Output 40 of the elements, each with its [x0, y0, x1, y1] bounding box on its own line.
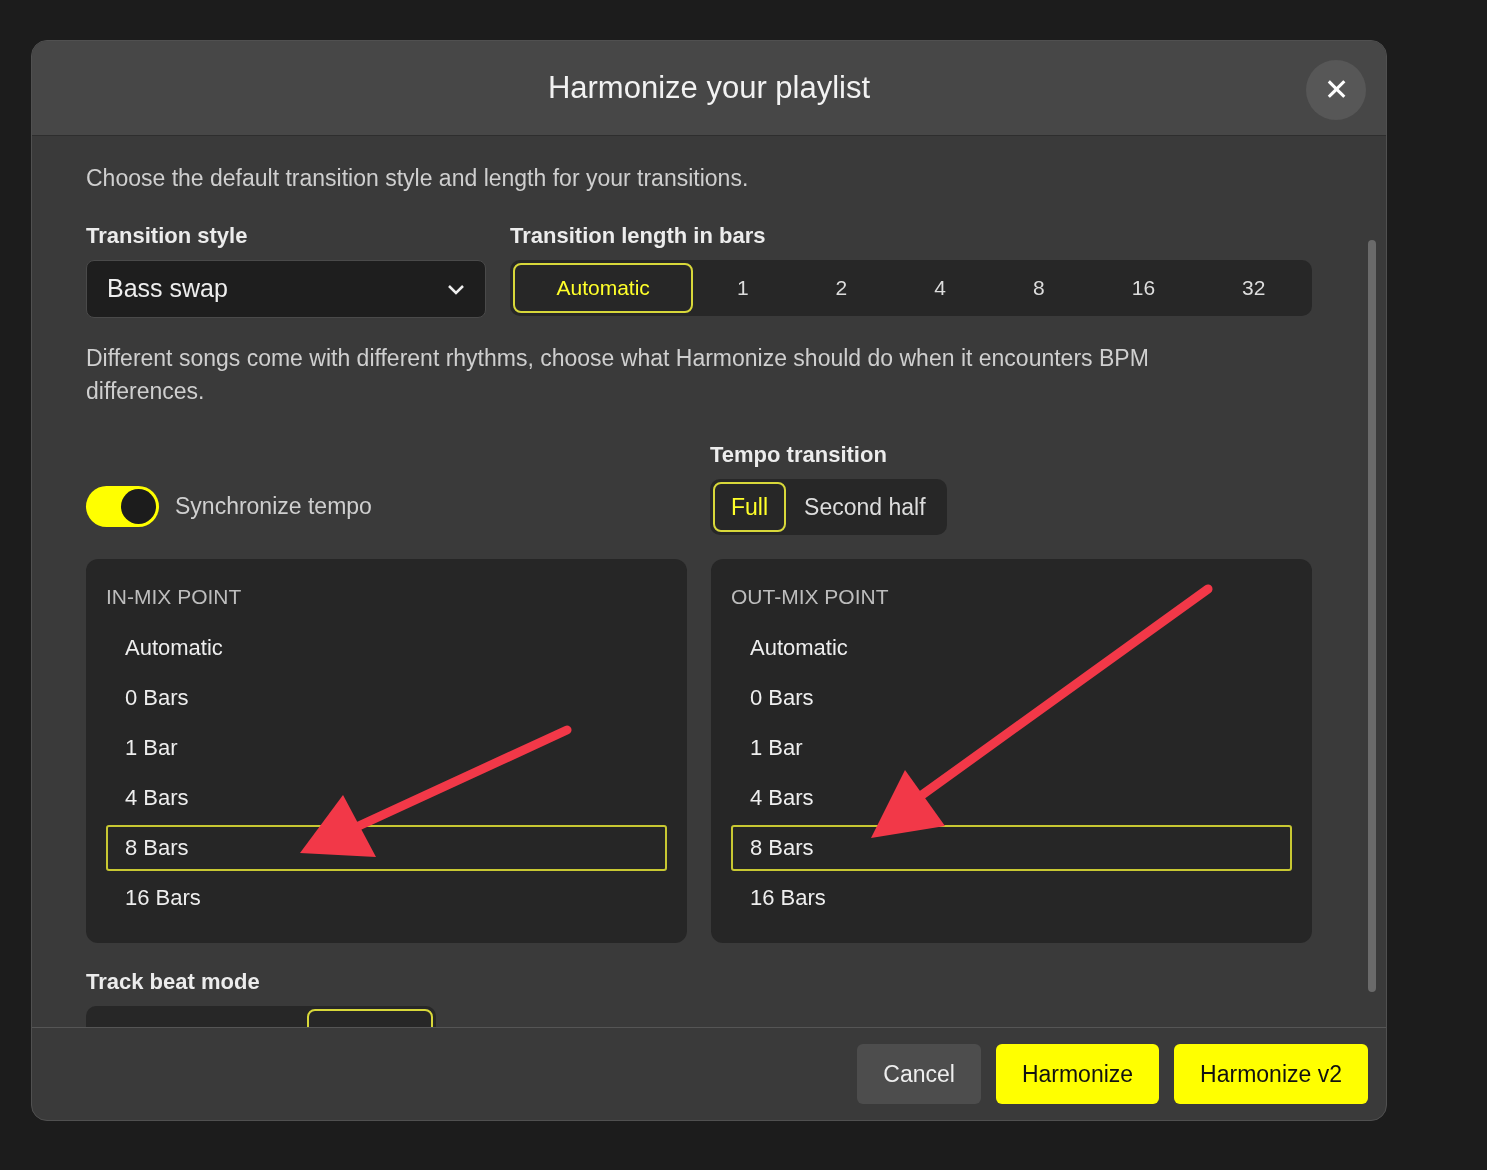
list-option[interactable]: 16 Bars [731, 874, 1292, 921]
cancel-button[interactable]: Cancel [857, 1044, 981, 1104]
intro-text: Choose the default transition style and length for your transitions. [86, 164, 750, 193]
scrollbar[interactable] [1368, 240, 1376, 992]
chevron-down-icon [447, 283, 465, 295]
toggle-label: Synchronize tempo [175, 492, 372, 521]
close-button[interactable]: ✕ [1306, 60, 1366, 120]
transition-style-dropdown[interactable]: Bass swap [86, 260, 486, 318]
list-option[interactable]: 1 Bar [106, 724, 667, 771]
list-option[interactable]: 4 Bars [106, 774, 667, 821]
list-option[interactable]: 8 Bars [106, 824, 667, 871]
segment-option[interactable]: 2 [792, 263, 891, 313]
panel-title: IN-MIX POINT [106, 584, 243, 610]
bpm-note: Different songs come with different rhythms, choose what Harmonize should do when it encounters BPM differences. [86, 344, 1150, 406]
harmonize-button[interactable]: Harmonize v2 [1174, 1044, 1368, 1104]
harmonize-button[interactable]: Harmonize [995, 1044, 1160, 1104]
dropdown-value: Bass swap [107, 273, 228, 305]
field-label: Tempo transition [710, 441, 888, 469]
list-option[interactable]: 16 Bars [106, 874, 667, 921]
segment-option[interactable]: 1 [693, 263, 793, 313]
list-option[interactable]: 8 Bars [731, 824, 1292, 871]
list-option[interactable]: Automatic [731, 624, 1292, 671]
segment-option[interactable]: Full [713, 482, 787, 532]
segment-option[interactable]: 8 [989, 263, 1089, 313]
dialog-title: Harmonize your playlist [547, 68, 871, 107]
list-option[interactable]: 0 Bars [106, 674, 667, 721]
segment-option[interactable]: Automatic [513, 263, 694, 313]
segment-option[interactable]: 32 [1198, 263, 1309, 313]
field-label: Track beat mode [86, 967, 261, 996]
list-option[interactable]: 0 Bars [731, 674, 1292, 721]
field-label: Transition length in bars [510, 222, 767, 250]
toggle-switch[interactable] [86, 486, 159, 527]
field-label: Transition style [86, 222, 249, 250]
panel-title: OUT-MIX POINT [731, 584, 890, 610]
segment-option[interactable]: 16 [1088, 263, 1199, 313]
segment-option[interactable]: 4 [890, 263, 990, 313]
list-option[interactable]: 4 Bars [731, 774, 1292, 821]
list-option[interactable]: Automatic [106, 624, 667, 671]
list-option[interactable]: 1 Bar [731, 724, 1292, 771]
segment-option[interactable]: Second half [786, 482, 944, 532]
